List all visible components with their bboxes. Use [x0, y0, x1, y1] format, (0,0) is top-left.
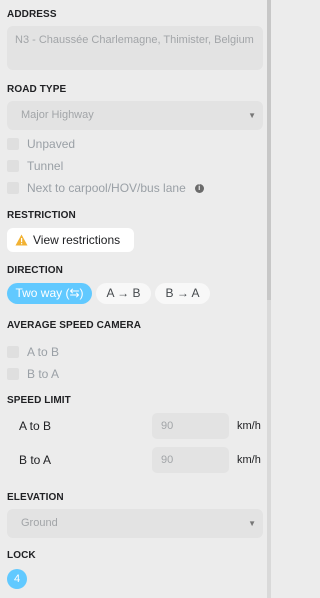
- view-restrictions-button[interactable]: View restrictions: [7, 228, 134, 252]
- tunnel-checkbox-row[interactable]: Tunnel: [7, 158, 63, 174]
- road-type-selected: Major Highway: [21, 109, 94, 121]
- direction-label: DIRECTION: [7, 265, 63, 276]
- speed-limit-row-b-to-a: B to A 90 km/h: [19, 447, 264, 473]
- speed-limit-b-to-a-input[interactable]: 90: [152, 447, 229, 473]
- camera-a-to-b-checkbox[interactable]: [7, 346, 19, 358]
- camera-a-to-b-label: A to B: [27, 345, 60, 359]
- tunnel-label: Tunnel: [27, 159, 64, 173]
- direction-a-to-b-button[interactable]: A → B: [96, 283, 151, 304]
- view-restrictions-label: View restrictions: [33, 233, 121, 247]
- speed-limit-row-a-to-b: A to B 90 km/h: [19, 413, 264, 439]
- elevation-label: ELEVATION: [7, 492, 64, 503]
- speed-limit-label: SPEED LIMIT: [7, 395, 71, 406]
- camera-b-to-a-label: B to A: [27, 367, 60, 381]
- lock-label: LOCK: [7, 550, 36, 561]
- restriction-label: RESTRICTION: [7, 210, 76, 221]
- address-label: ADDRESS: [7, 9, 57, 20]
- carpool-checkbox[interactable]: [7, 182, 19, 194]
- speed-limit-a-to-b-unit: km/h: [237, 420, 261, 432]
- speed-limit-a-to-b-input[interactable]: 90: [152, 413, 229, 439]
- carpool-checkbox-row[interactable]: Next to carpool/HOV/bus lane i: [7, 180, 204, 196]
- warning-icon: [15, 234, 28, 246]
- direction-two-way-button[interactable]: Two way (⇆): [7, 283, 92, 304]
- unpaved-checkbox-row[interactable]: Unpaved: [7, 136, 75, 152]
- camera-b-to-a-row[interactable]: B to A: [7, 366, 59, 382]
- camera-a-to-b-row[interactable]: A to B: [7, 344, 59, 360]
- elevation-select[interactable]: Ground ▼: [7, 509, 263, 538]
- caret-down-icon: ▼: [248, 111, 256, 120]
- unpaved-label: Unpaved: [27, 137, 76, 151]
- address-field[interactable]: N3 - Chaussée Charlemagne, Thimister, Be…: [7, 26, 263, 70]
- speed-limit-b-to-a-unit: km/h: [237, 454, 261, 466]
- speed-limit-a-to-b-label: A to B: [19, 419, 52, 433]
- carpool-label: Next to carpool/HOV/bus lane: [27, 181, 186, 195]
- tunnel-checkbox[interactable]: [7, 160, 19, 172]
- road-type-label: ROAD TYPE: [7, 84, 67, 95]
- scrollbar[interactable]: [267, 0, 271, 598]
- unpaved-checkbox[interactable]: [7, 138, 19, 150]
- caret-down-icon: ▼: [248, 519, 256, 528]
- info-icon[interactable]: i: [194, 183, 204, 193]
- speed-limit-b-to-a-label: B to A: [19, 453, 52, 467]
- speed-camera-label: AVERAGE SPEED CAMERA: [7, 320, 142, 331]
- lock-level-badge[interactable]: 4: [7, 569, 27, 589]
- road-type-select[interactable]: Major Highway ▼: [7, 101, 263, 130]
- scrollbar-thumb[interactable]: [267, 0, 271, 300]
- direction-b-to-a-button[interactable]: B → A: [155, 283, 210, 304]
- camera-b-to-a-checkbox[interactable]: [7, 368, 19, 380]
- elevation-selected: Ground: [21, 517, 58, 529]
